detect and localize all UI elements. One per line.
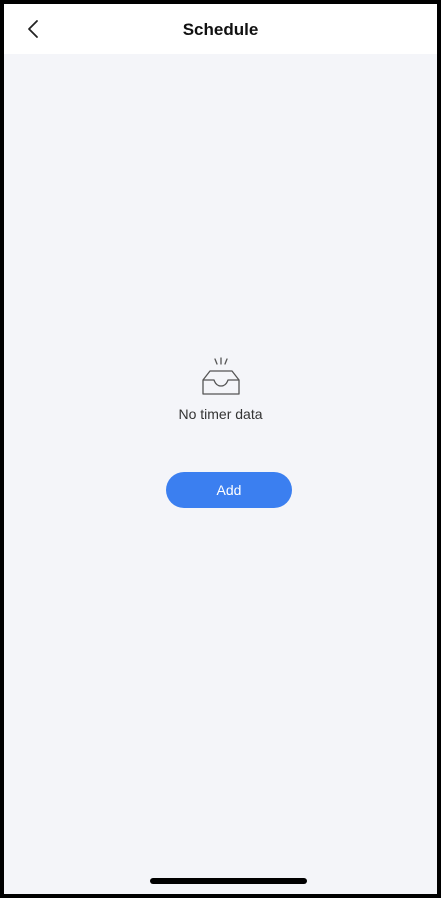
empty-message: No timer data (178, 406, 263, 422)
empty-state: No timer data (4, 356, 437, 422)
empty-inbox-icon (196, 356, 246, 398)
schedule-screen: Schedule No timer data Add (4, 4, 437, 894)
add-button[interactable]: Add (166, 472, 292, 508)
home-indicator (150, 878, 307, 884)
page-title: Schedule (182, 20, 259, 39)
top-nav-bar: Schedule (4, 4, 437, 54)
